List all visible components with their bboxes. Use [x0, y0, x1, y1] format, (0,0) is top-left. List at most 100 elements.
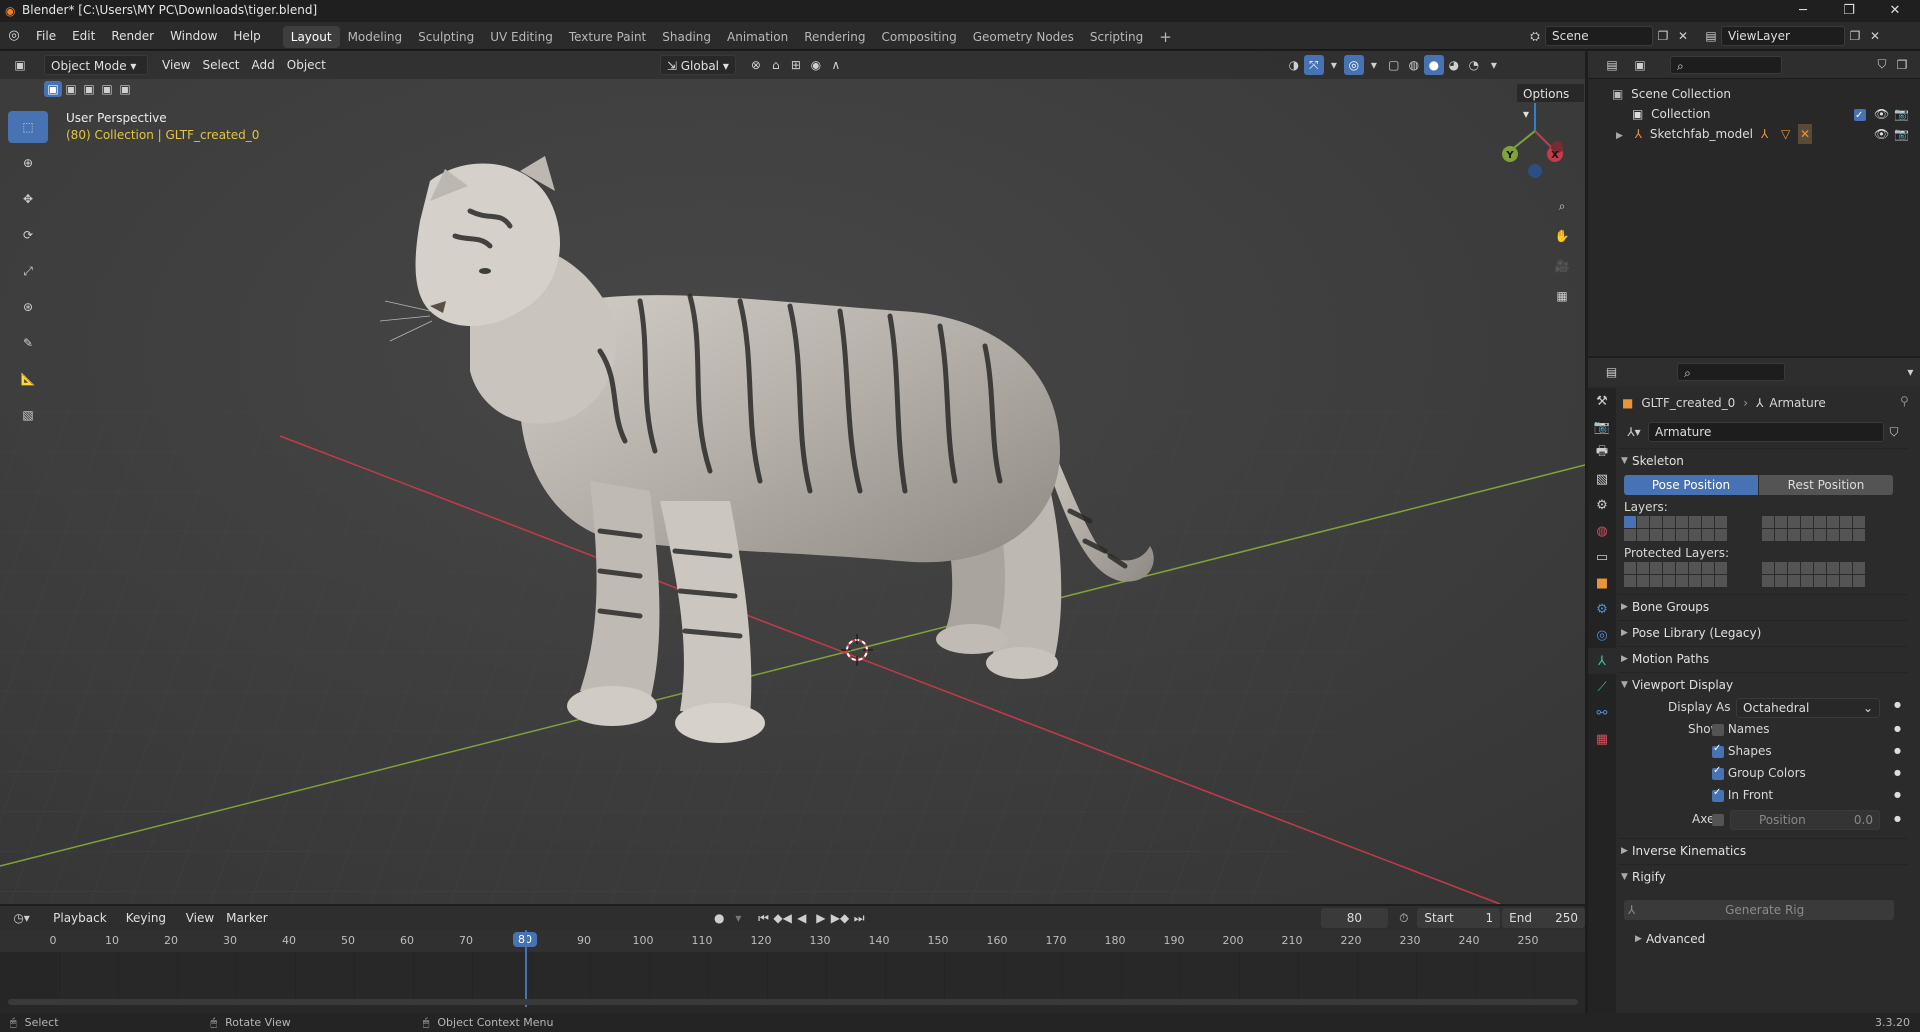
keyframe-dot-icon[interactable]: ● [1894, 814, 1901, 823]
tab-rendering[interactable]: Rendering [796, 26, 873, 48]
select-new-icon[interactable]: ▣ [44, 81, 62, 97]
output-tab-icon[interactable]: 🖶 [1588, 440, 1616, 466]
menu-window[interactable]: Window [162, 22, 225, 50]
gizmo-dropdown-icon[interactable]: ▾ [1324, 55, 1344, 75]
axes-checkbox[interactable] [1712, 812, 1724, 826]
close-window-button[interactable]: ✕ [1872, 0, 1918, 22]
play-icon[interactable]: ▶ [811, 908, 830, 928]
physics-tab-icon[interactable]: ◎ [1588, 622, 1616, 648]
view-layer-field[interactable]: ViewLayer [1721, 26, 1845, 46]
properties-options-icon[interactable]: ▾ [1901, 362, 1920, 382]
select-subtract-icon[interactable]: ▣ [80, 81, 98, 97]
overlay-toggle-icon[interactable]: ◎ [1343, 55, 1364, 75]
shapes-checkbox[interactable]: Shapes [1712, 743, 1772, 758]
keyframe-dot-icon[interactable]: ● [1894, 700, 1901, 709]
orientation-dropdown[interactable]: ⇲ Global ▾ [659, 55, 736, 75]
outliner-search-input[interactable]: ⌕ [1670, 55, 1782, 74]
panel-bone-groups[interactable]: ▶ Bone Groups [1618, 596, 1908, 618]
outliner-row-sketchfab-model[interactable]: ▶ ⅄ Sketchfab_model ⅄ ▽ ✕ 👁 📷 [1588, 124, 1920, 144]
menu-help[interactable]: Help [225, 22, 268, 50]
render-camera-icon[interactable]: 📷 [1894, 104, 1909, 124]
rendered-shading-icon[interactable]: ◔ [1464, 55, 1484, 75]
tab-texture-paint[interactable]: Texture Paint [561, 26, 654, 48]
next-keyframe-icon[interactable]: ▶◆ [830, 908, 849, 928]
timeline-scrollbar[interactable] [8, 999, 1578, 1005]
menu-view[interactable]: View [156, 55, 196, 75]
keyframe-dot-icon[interactable]: ● [1894, 790, 1901, 799]
texture-tab-icon[interactable]: ▦ [1588, 726, 1616, 752]
new-scene-icon[interactable]: ❐ [1653, 26, 1673, 46]
tool-tab-icon[interactable]: ⚒ [1588, 388, 1616, 414]
proportional-edit-icon[interactable]: ◉ [806, 55, 826, 75]
scene-tab-icon[interactable]: ⚙ [1588, 492, 1616, 518]
rest-position-button[interactable]: Rest Position [1759, 475, 1893, 495]
tab-shading[interactable]: Shading [654, 26, 719, 48]
new-view-layer-icon[interactable]: ❐ [1845, 26, 1865, 46]
snap-icon[interactable]: ⌂ [766, 55, 786, 75]
add-cube-tool-icon[interactable]: ▧ [8, 399, 48, 431]
falloff-icon[interactable]: ∧ [826, 55, 846, 75]
material-shading-icon[interactable]: ◕ [1444, 55, 1464, 75]
eye-icon[interactable]: 👁 [1874, 104, 1889, 124]
options-button[interactable]: Options ▾ [1516, 83, 1585, 121]
timeline-editor-icon[interactable]: ◷▾ [12, 908, 31, 928]
fake-user-shield-icon[interactable]: ⛉ [1884, 422, 1904, 442]
camera-view-icon[interactable]: 🎥 [1552, 256, 1572, 276]
protected-layers-grid-left[interactable] [1624, 562, 1727, 587]
select-extend-icon[interactable]: ▣ [62, 81, 80, 97]
zoom-icon[interactable]: ⌕ [1552, 196, 1572, 216]
panel-rigify[interactable]: ▼ Rigify [1618, 866, 1908, 888]
properties-editor-icon[interactable]: ▤ [1602, 362, 1621, 382]
display-as-dropdown[interactable]: Octahedral ⌄ [1736, 698, 1880, 718]
exclude-checkbox-icon[interactable] [1854, 104, 1866, 126]
move-tool-icon[interactable]: ✥ [8, 183, 48, 215]
delete-scene-icon[interactable]: ✕ [1673, 26, 1693, 46]
add-workspace-icon[interactable]: + [1151, 26, 1180, 48]
rotate-tool-icon[interactable]: ⟳ [8, 219, 48, 251]
bone-constraints-tab-icon[interactable]: ⚯ [1588, 700, 1616, 726]
shading-dropdown-icon[interactable]: ▾ [1484, 55, 1504, 75]
play-reverse-icon[interactable]: ◀ [792, 908, 811, 928]
menu-object[interactable]: Object [281, 55, 332, 75]
pivot-icon[interactable]: ⊗ [746, 55, 766, 75]
menu-add[interactable]: Add [246, 55, 281, 75]
frame-clock-icon[interactable]: ⏱ [1394, 908, 1413, 928]
tab-scripting[interactable]: Scripting [1082, 26, 1151, 48]
eye-icon[interactable]: 👁 [1874, 124, 1889, 144]
generate-rig-button[interactable]: ⅄ Generate Rig [1624, 900, 1894, 920]
world-tab-icon[interactable]: ◍ [1588, 518, 1616, 544]
display-mode-icon[interactable]: ▣ [1630, 55, 1650, 75]
keyframe-dot-icon[interactable]: ● [1894, 768, 1901, 777]
record-dropdown-icon[interactable]: ▾ [729, 908, 748, 928]
jump-start-icon[interactable]: ⏮ [754, 908, 773, 928]
xray-icon[interactable]: ▢ [1384, 55, 1404, 75]
panel-skeleton[interactable]: ▼ Skeleton [1618, 450, 1908, 472]
armature-browse-icon[interactable]: ⅄▾ [1620, 422, 1648, 442]
tab-compositing[interactable]: Compositing [873, 26, 964, 48]
select-invert-icon[interactable]: ▣ [98, 81, 116, 97]
tab-uv-editing[interactable]: UV Editing [482, 26, 561, 48]
playhead-line[interactable] [525, 930, 527, 1007]
tab-sculpting[interactable]: Sculpting [410, 26, 482, 48]
timeline-ruler[interactable]: 0 10 20 30 40 50 60 70 80 90 100 110 120… [0, 930, 1585, 952]
select-box-tool-icon[interactable]: ⬚ [8, 111, 48, 143]
measure-tool-icon[interactable]: 📐 [8, 363, 48, 395]
menu-keying[interactable]: Keying ▾ [120, 908, 180, 945]
record-keyframe-icon[interactable]: ● [710, 908, 729, 928]
scene-field[interactable]: Scene [1545, 26, 1653, 46]
layers-grid-right[interactable] [1762, 516, 1865, 541]
select-intersect-icon[interactable]: ▣ [116, 81, 134, 97]
outliner-row-scene-collection[interactable]: ▣ Scene Collection [1588, 84, 1920, 104]
menu-render[interactable]: Render [103, 22, 162, 50]
keyframe-dot-icon[interactable]: ● [1894, 724, 1901, 733]
minimize-button[interactable]: ─ [1780, 0, 1826, 22]
object-tab-icon[interactable]: ■ [1588, 570, 1616, 596]
view-layer-tab-icon[interactable]: ▧ [1588, 466, 1616, 492]
render-camera-icon[interactable]: 📷 [1894, 124, 1909, 144]
tab-layout[interactable]: Layout [282, 26, 340, 48]
visibility-icon[interactable]: ◑ [1284, 55, 1304, 75]
outliner-editor-icon[interactable]: ▤ [1602, 55, 1622, 75]
menu-playback[interactable]: Playback ▾ [47, 908, 120, 945]
expand-arrow-icon[interactable]: ▶ [1616, 131, 1623, 141]
snap-target-icon[interactable]: ⊞ [786, 55, 806, 75]
